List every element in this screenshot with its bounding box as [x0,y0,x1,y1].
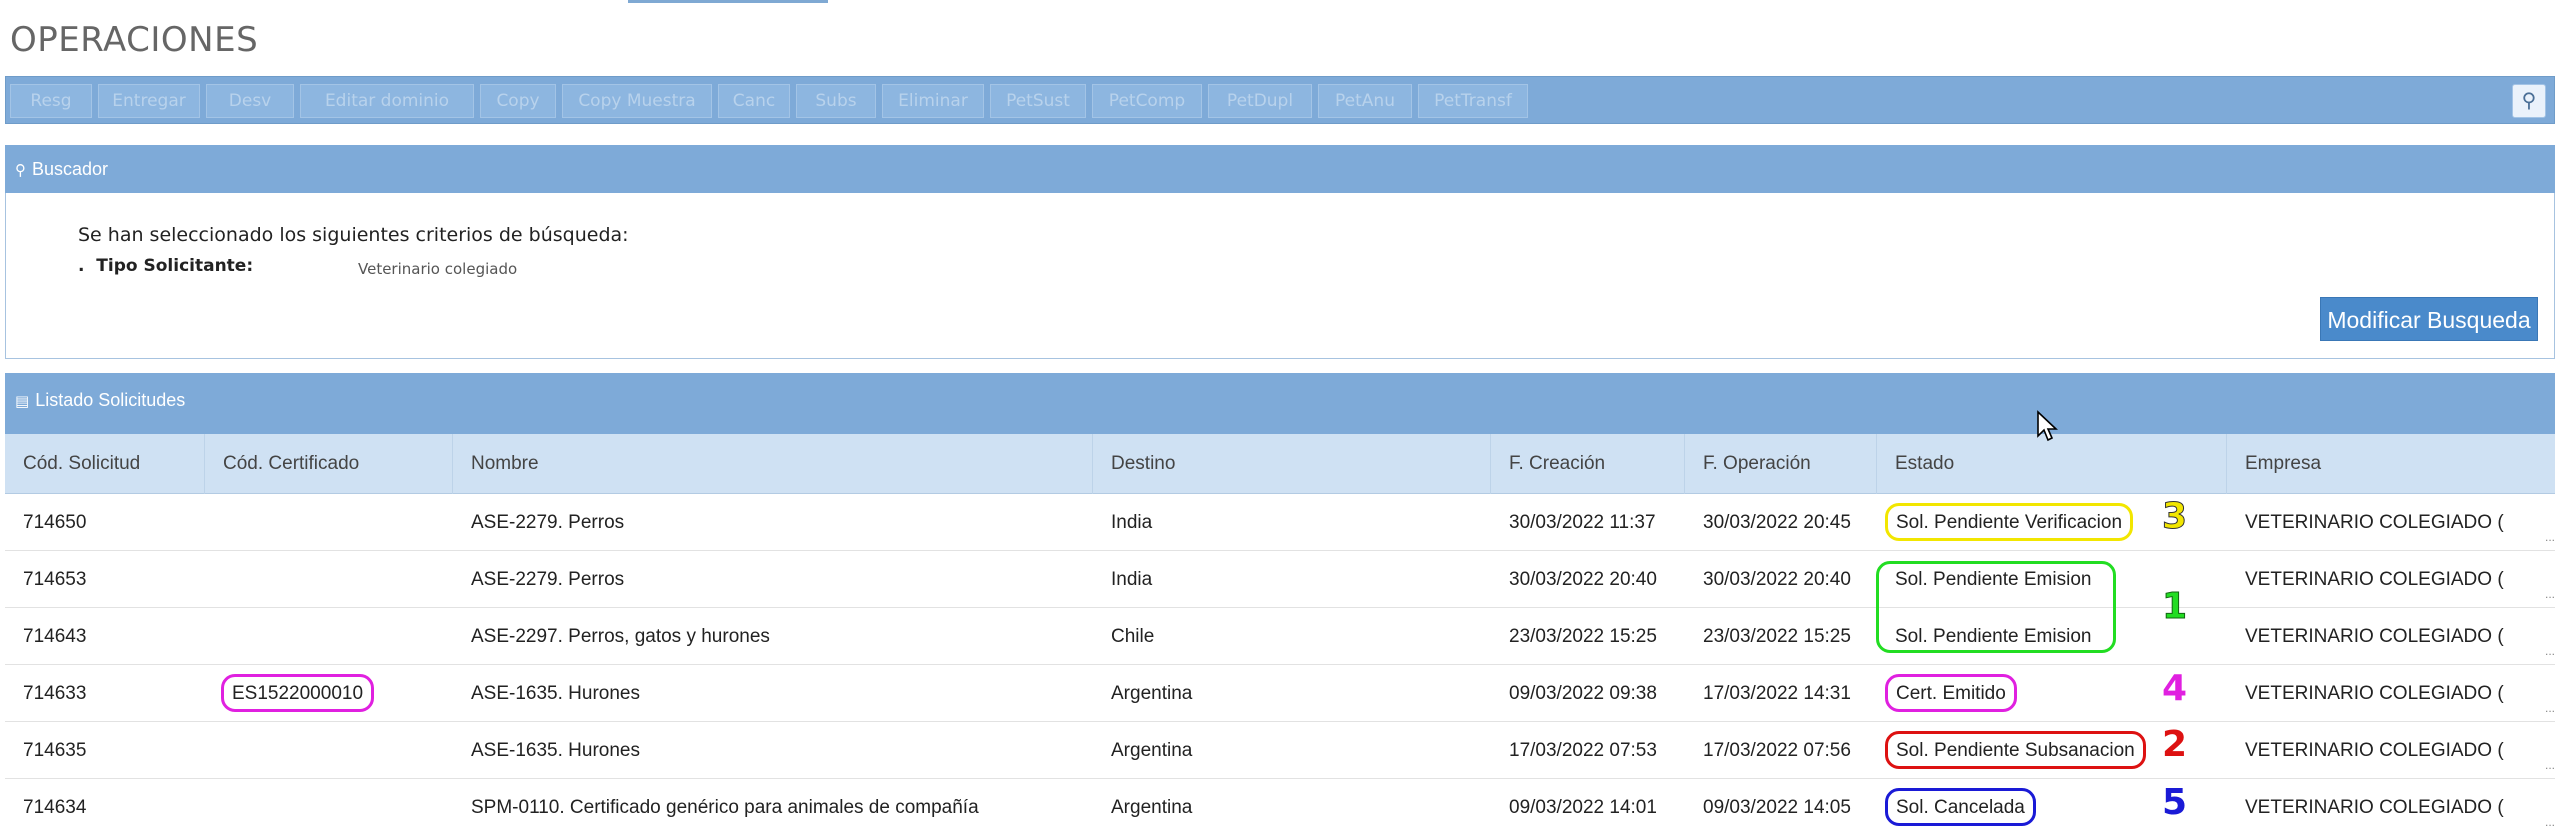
cell-certificado [205,779,453,834]
cell-nombre: ASE-2279. Perros [471,512,625,533]
subs-button[interactable]: Subs [796,84,876,118]
cell-f-operacion: 30/03/2022 20:45 [1703,512,1851,533]
cell-f-creacion: 17/03/2022 07:53 [1509,740,1657,761]
toolbar-search-button[interactable]: ⚲ [2512,84,2546,118]
cell-nombre: ASE-1635. Hurones [471,683,640,704]
cell-solicitud: 714633 [23,683,87,704]
cell-empresa: VETERINARIO COLEGIADO ( [2245,512,2504,533]
cell-nombre: ASE-2297. Perros, gatos y hurones [471,626,770,647]
row-more-indicator: ... [2544,815,2555,829]
criteria-title: Se han seleccionado los siguientes crite… [78,224,629,246]
editar-dominio-button[interactable]: Editar dominio [300,84,474,118]
cell-nombre: SPM-0110. Certificado genérico para anim… [471,797,979,818]
cell-destino: India [1111,569,1153,590]
listado-title: Listado Solicitudes [35,390,186,410]
annotation-mark-5: 5 [2162,782,2188,823]
table-header-row: Cód. Solicitud Cód. Certificado Nombre D… [5,434,2555,494]
status-highlight-yellow: Sol. Pendiente Verificacion [1885,503,2134,541]
cell-nombre: ASE-2279. Perros [471,569,625,590]
cell-destino: India [1111,512,1153,533]
cell-certificado [205,608,453,665]
cell-destino: Chile [1111,626,1155,647]
modificar-busqueda-button[interactable]: Modificar Busqueda [2320,297,2538,341]
copy-button[interactable]: Copy [480,84,556,118]
buscador-title: Buscador [32,159,109,179]
cell-f-creacion: 30/03/2022 20:40 [1509,569,1657,590]
petcomp-button[interactable]: PetComp [1092,84,1202,118]
status-highlight-green-group [1876,561,2116,653]
row-more-indicator: ... [2544,758,2555,772]
cell-f-operacion: 30/03/2022 20:40 [1703,569,1851,590]
active-tab-indicator [628,0,828,3]
cell-empresa: VETERINARIO COLEGIADO ( [2245,569,2504,590]
annotation-mark-3: 3 [2161,496,2188,538]
entregar-button[interactable]: Entregar [98,84,200,118]
cell-empresa: VETERINARIO COLEGIADO ( [2245,626,2504,647]
annotation-mark-2: 2 [2162,724,2188,765]
petdupl-button[interactable]: PetDupl [1208,84,1312,118]
cell-f-operacion: 17/03/2022 07:56 [1703,740,1851,761]
petanu-button[interactable]: PetAnu [1318,84,1412,118]
column-header-estado[interactable]: Estado [1877,434,2227,494]
cell-empresa: VETERINARIO COLEGIADO ( [2245,797,2504,818]
search-icon: ⚲ [2521,90,2537,112]
cell-solicitud: 714643 [23,626,87,647]
column-header-destino[interactable]: Destino [1093,434,1491,494]
action-toolbar: Resg Entregar Desv Editar dominio Copy C… [5,76,2555,124]
cell-f-operacion: 23/03/2022 15:25 [1703,626,1851,647]
column-header-empresa[interactable]: Empresa [2227,434,2555,494]
criteria-label: . Tipo Solicitante: [78,256,254,276]
cell-f-creacion: 30/03/2022 11:37 [1509,512,1656,533]
column-header-f-creacion[interactable]: F. Creación [1491,434,1685,494]
column-header-certificado[interactable]: Cód. Certificado [205,434,453,494]
canc-button[interactable]: Canc [718,84,790,118]
cell-destino: Argentina [1111,797,1193,818]
cell-f-operacion: 17/03/2022 14:31 [1703,683,1851,704]
row-more-indicator: ... [2544,644,2555,658]
cell-f-creacion: 23/03/2022 15:25 [1509,626,1657,647]
row-more-indicator: ... [2544,701,2555,715]
column-header-f-operacion[interactable]: F. Operación [1685,434,1877,494]
annotation-mark-4: 4 [2162,668,2188,709]
row-more-indicator: ... [2544,530,2555,544]
certificate-highlight-magenta: ES1522000010 [221,674,375,712]
search-icon: ⚲ [15,162,26,179]
row-more-indicator: ... [2544,587,2555,601]
cell-solicitud: 714650 [23,512,87,533]
resg-button[interactable]: Resg [10,84,92,118]
copy-muestra-button[interactable]: Copy Muestra [562,84,712,118]
column-header-solicitud[interactable]: Cód. Solicitud [5,434,205,494]
cell-f-operacion: 09/03/2022 14:05 [1703,797,1851,818]
desv-button[interactable]: Desv [206,84,294,118]
buscador-header[interactable]: ⚲ Buscador [5,145,2555,193]
cell-certificado [205,551,453,608]
annotation-mark-1: 1 [2161,586,2188,628]
mouse-cursor-icon [2037,410,2058,442]
pettransf-button[interactable]: PetTransf [1418,84,1528,118]
cell-nombre: ASE-1635. Hurones [471,740,640,761]
cell-solicitud: 714634 [23,797,87,818]
cell-solicitud: 714653 [23,569,87,590]
cell-certificado [205,722,453,779]
criteria-value: Veterinario colegiado [358,260,518,278]
listado-header[interactable]: ▤ Listado Solicitudes [5,373,2555,434]
eliminar-button[interactable]: Eliminar [882,84,984,118]
page-title: OPERACIONES [10,20,259,60]
status-highlight-magenta: Cert. Emitido [1885,674,2017,712]
status-highlight-red: Sol. Pendiente Subsanacion [1885,731,2146,769]
cell-empresa: VETERINARIO COLEGIADO ( [2245,740,2504,761]
cell-solicitud: 714635 [23,740,87,761]
cell-empresa: VETERINARIO COLEGIADO ( [2245,683,2504,704]
petsust-button[interactable]: PetSust [990,84,1086,118]
cell-certificado [205,494,453,551]
cell-f-creacion: 09/03/2022 09:38 [1509,683,1657,704]
cell-destino: Argentina [1111,683,1193,704]
cell-f-creacion: 09/03/2022 14:01 [1509,797,1657,818]
column-header-nombre[interactable]: Nombre [453,434,1093,494]
cell-certificado: ES1522000010 [205,665,453,722]
status-highlight-blue: Sol. Cancelada [1885,788,2036,826]
cell-destino: Argentina [1111,740,1193,761]
list-icon: ▤ [15,393,30,410]
